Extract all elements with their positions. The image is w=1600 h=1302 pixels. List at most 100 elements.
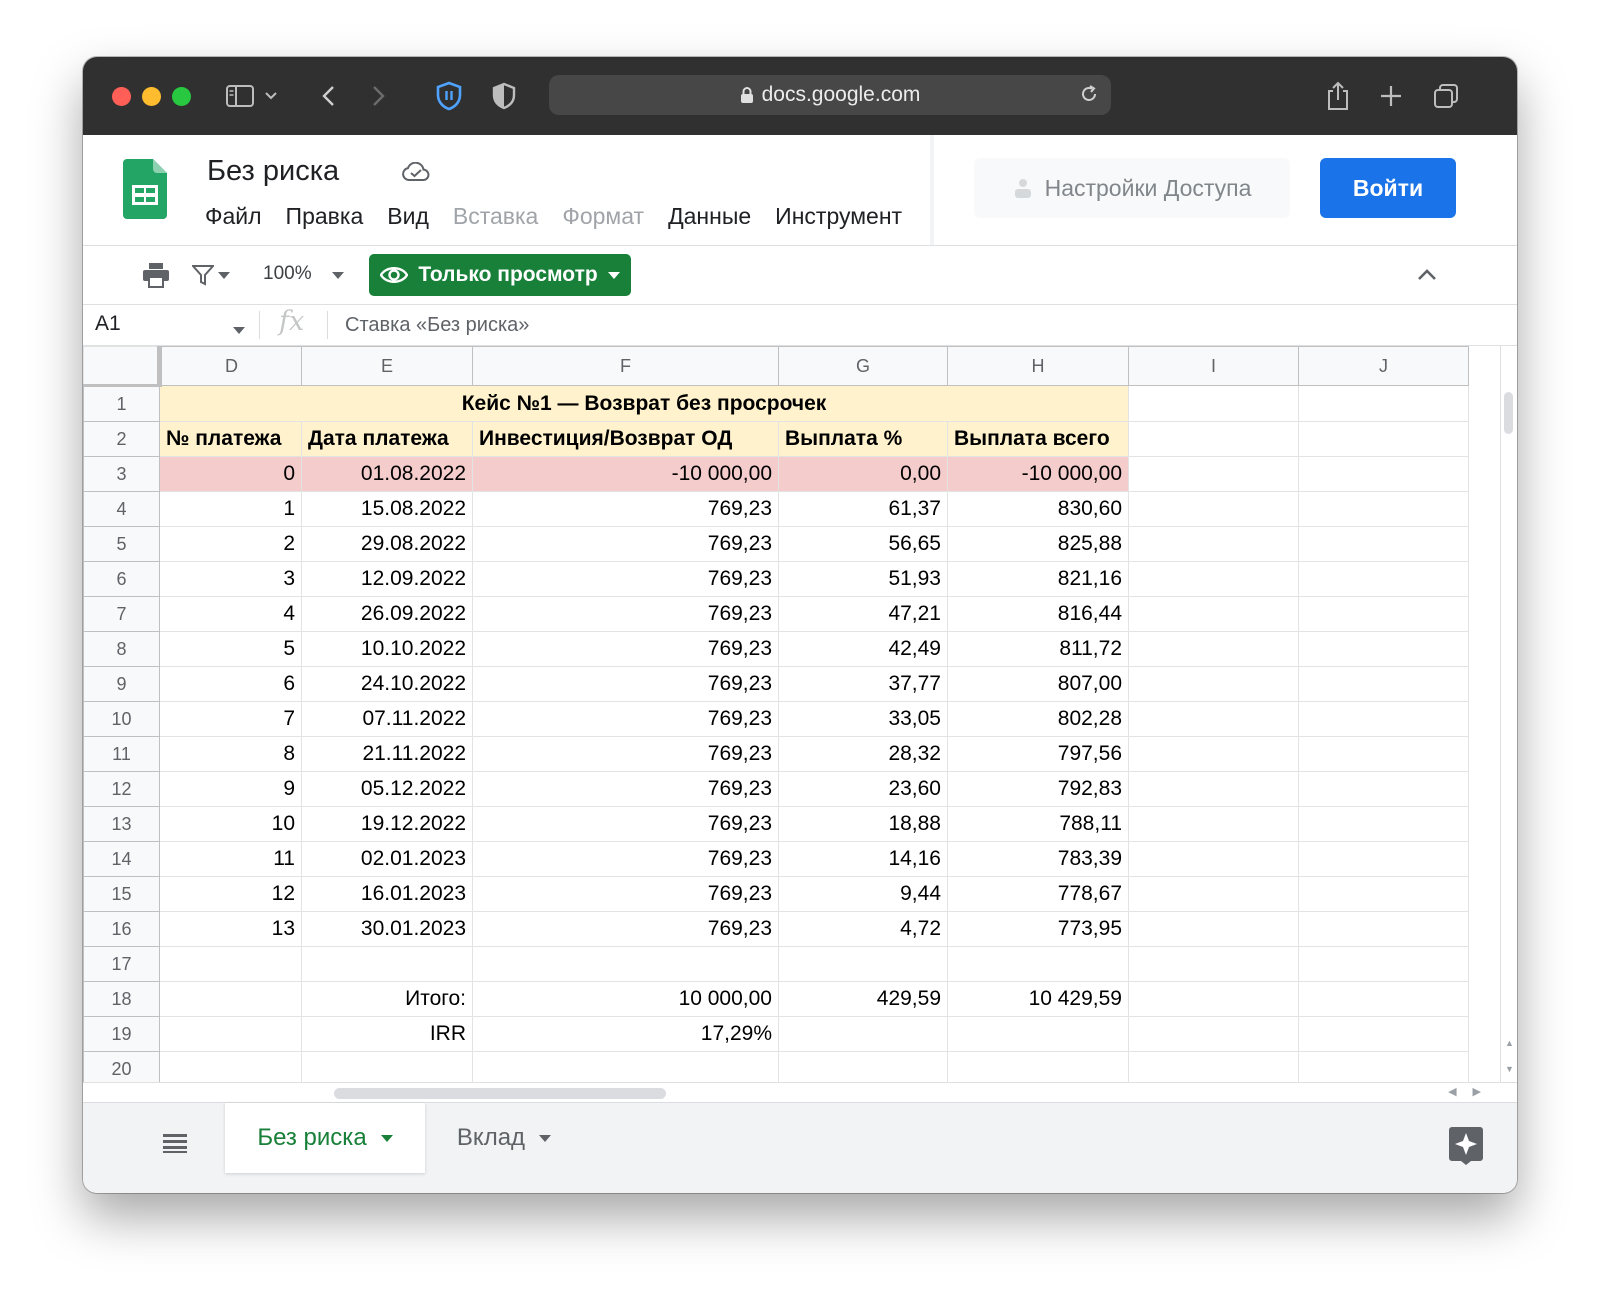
data-cell[interactable]: 769,23 [472,876,779,912]
data-cell[interactable]: 778,67 [947,876,1129,912]
name-box[interactable]: A1 [95,312,121,336]
menu-view[interactable]: Вид [387,203,429,230]
data-cell[interactable]: 14,16 [778,841,948,877]
cell[interactable] [1128,385,1299,422]
document-title[interactable]: Без риска [207,155,339,188]
column-header-j[interactable]: J [1298,346,1469,386]
cell[interactable] [1298,911,1469,947]
cell[interactable] [1128,1051,1299,1082]
cell[interactable] [1298,806,1469,842]
privacy-shield-icon[interactable] [487,79,521,113]
data-cell[interactable]: 56,65 [778,526,948,562]
data-cell[interactable]: 6 [159,666,302,702]
data-cell[interactable]: 0 [159,456,302,492]
cell[interactable] [947,1051,1129,1082]
cell[interactable] [1128,1016,1299,1052]
data-cell[interactable]: 4,72 [778,911,948,947]
tab-overview-icon[interactable] [1429,79,1463,113]
cell[interactable] [1298,876,1469,912]
header-cell[interactable]: Инвестиция/Возврат ОД [472,421,779,457]
new-tab-icon[interactable] [1374,79,1408,113]
spreadsheet-grid[interactable]: D E F G H I J 1 Кейс №1 — Возврат без пр… [83,346,1517,1082]
data-cell[interactable]: 797,56 [947,736,1129,772]
row-header[interactable]: 3 [83,456,160,492]
cell[interactable] [778,1016,948,1052]
zoom-dropdown-icon[interactable] [328,258,348,292]
data-cell[interactable]: 825,88 [947,526,1129,562]
tab-bez-riska[interactable]: Без риска [225,1103,425,1173]
back-icon[interactable] [311,79,345,113]
data-cell[interactable]: 33,05 [778,701,948,737]
data-cell[interactable]: 01.08.2022 [301,456,473,492]
cell[interactable] [1128,666,1299,702]
caret-down-icon[interactable] [539,1134,552,1142]
header-cell[interactable]: Выплата всего [947,421,1129,457]
cell[interactable] [1298,385,1469,422]
data-cell[interactable]: 783,39 [947,841,1129,877]
cell[interactable] [1298,456,1469,492]
data-cell[interactable]: 16.01.2023 [301,876,473,912]
data-cell[interactable]: 7 [159,701,302,737]
scroll-up-icon[interactable]: ▲ [1505,1038,1514,1048]
cell[interactable] [301,946,473,982]
data-cell[interactable]: 769,23 [472,736,779,772]
data-cell[interactable]: 10 [159,806,302,842]
maximize-window-button[interactable] [172,87,191,106]
cell[interactable] [778,1051,948,1082]
row-header[interactable]: 12 [83,771,160,807]
data-cell[interactable]: 05.12.2022 [301,771,473,807]
data-cell[interactable]: 15.08.2022 [301,491,473,527]
data-cell[interactable]: 816,44 [947,596,1129,632]
row-header[interactable]: 5 [83,526,160,562]
menu-format[interactable]: Формат [562,203,644,230]
data-cell[interactable]: 0,00 [778,456,948,492]
data-cell[interactable]: 769,23 [472,771,779,807]
cell[interactable] [778,946,948,982]
data-cell[interactable]: 23,60 [778,771,948,807]
horizontal-scroll-thumb[interactable] [334,1088,666,1099]
sheet-title-cell[interactable]: Кейс №1 — Возврат без просрочек [159,385,1129,422]
minimize-window-button[interactable] [142,87,161,106]
cell[interactable] [947,946,1129,982]
data-cell[interactable]: 769,23 [472,491,779,527]
row-header[interactable]: 11 [83,736,160,772]
header-cell[interactable]: № платежа [159,421,302,457]
data-cell[interactable]: 02.01.2023 [301,841,473,877]
scroll-down-icon[interactable]: ▼ [1505,1064,1514,1074]
data-cell[interactable]: 61,37 [778,491,948,527]
cell[interactable] [1298,841,1469,877]
cell[interactable] [1298,666,1469,702]
cell[interactable] [1298,596,1469,632]
row-header[interactable]: 10 [83,701,160,737]
data-cell[interactable]: 30.01.2023 [301,911,473,947]
data-cell[interactable]: 807,00 [947,666,1129,702]
column-header-e[interactable]: E [301,346,473,386]
cell[interactable] [1298,1016,1469,1052]
close-window-button[interactable] [112,87,131,106]
data-cell[interactable]: 4 [159,596,302,632]
cell[interactable] [1298,701,1469,737]
chevron-down-icon[interactable] [260,79,282,113]
select-all-corner[interactable] [83,346,162,387]
column-header-d[interactable]: D [159,346,302,386]
total-cell[interactable]: 10 000,00 [472,981,779,1017]
data-cell[interactable]: 811,72 [947,631,1129,667]
cell[interactable] [1298,631,1469,667]
data-cell[interactable]: -10 000,00 [947,456,1129,492]
cell[interactable] [1128,596,1299,632]
data-cell[interactable]: 37,77 [778,666,948,702]
cell[interactable] [159,981,302,1017]
name-box-dropdown-icon[interactable] [233,321,245,339]
data-cell[interactable]: 8 [159,736,302,772]
cell[interactable] [1128,806,1299,842]
cell[interactable] [472,946,779,982]
data-cell[interactable]: 47,21 [778,596,948,632]
row-header[interactable]: 9 [83,666,160,702]
cell[interactable] [1298,1051,1469,1082]
cell[interactable] [947,1016,1129,1052]
row-header[interactable]: 15 [83,876,160,912]
cell[interactable] [1128,841,1299,877]
view-only-button[interactable]: Только просмотр [369,254,631,296]
data-cell[interactable]: 18,88 [778,806,948,842]
cell[interactable] [159,946,302,982]
